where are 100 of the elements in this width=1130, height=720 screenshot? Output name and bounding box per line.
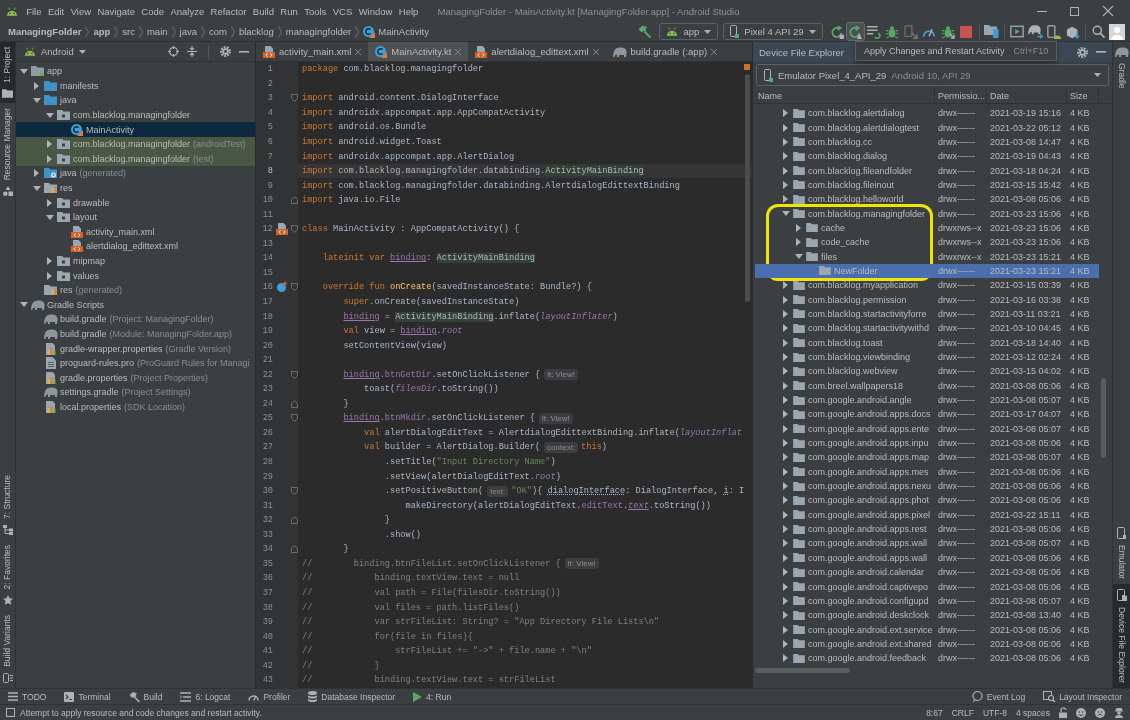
file-row[interactable]: com.google.android.apps.mes drwx------ 2021-03-08 05:06 4 KB	[755, 464, 1099, 479]
caret-right-icon[interactable]	[783, 396, 788, 405]
scrollbar-thumb[interactable]	[755, 668, 850, 673]
tool-window-tab[interactable]: Emulator	[1113, 521, 1130, 584]
fold-marker-icon[interactable]	[290, 399, 298, 408]
caret-right-icon[interactable]	[47, 140, 52, 149]
file-row[interactable]: com.blacklog.fileinout drwx------ 2021-03-15 15:42 4 KB	[755, 177, 1099, 193]
caret-position[interactable]: 8:67	[926, 707, 943, 718]
fold-marker-icon[interactable]	[290, 196, 298, 205]
file-row[interactable]: com.google.android.calendar drwx------ 2021-03-08 05:06 4 KB	[755, 565, 1099, 580]
menu-item[interactable]: Build	[249, 5, 278, 17]
file-row[interactable]: com.blacklog.permission drwx------ 2021-03-16 03:38 4 KB	[755, 292, 1099, 307]
collapse-icon[interactable]	[187, 46, 197, 57]
caret-right-icon[interactable]	[783, 639, 788, 648]
caret-right-icon[interactable]	[783, 353, 788, 361]
toolbar-button[interactable]	[982, 22, 1001, 41]
scrollbar-thumb[interactable]	[745, 74, 750, 302]
minimize-icon[interactable]	[239, 50, 249, 53]
caret-right-icon[interactable]	[47, 154, 52, 163]
tree-item[interactable]: layout	[16, 209, 255, 225]
close-icon[interactable]	[355, 48, 362, 55]
tree-item[interactable]: build.gradle (Module: ManagingFolder.app)	[16, 326, 255, 342]
tree-item[interactable]: local.properties (SDK Location)	[16, 399, 255, 415]
tool-window-button[interactable]: Terminal	[60, 689, 115, 704]
device-dropdown[interactable]: Emulator Pixel_4_API_29 Android 10, API 29	[756, 64, 1109, 86]
caret-right-icon[interactable]	[783, 109, 788, 118]
caret-right-icon[interactable]	[783, 123, 788, 132]
menu-item[interactable]: Run	[277, 5, 301, 17]
close-icon[interactable]	[711, 48, 718, 55]
file-row[interactable]: com.google.android.ext.service drwx------ 2021-03-08 05:06 4 KB	[755, 622, 1099, 637]
caret-right-icon[interactable]	[783, 525, 788, 534]
file-row[interactable]: com.google.android.apps.rest drwx------ 2021-03-08 05:06 4 KB	[755, 521, 1099, 537]
file-row[interactable]: com.google.android.apps.wall drwx------ 2021-03-08 05:06 4 KB	[755, 550, 1099, 565]
caret-right-icon[interactable]	[783, 367, 788, 376]
menu-item[interactable]: Edit	[44, 5, 68, 17]
caret-down-icon[interactable]	[19, 68, 28, 74]
caret-right-icon[interactable]	[783, 152, 788, 161]
caret-right-icon[interactable]	[783, 596, 788, 605]
tree-item[interactable]: values	[16, 268, 255, 283]
caret-right-icon[interactable]	[783, 582, 788, 591]
menu-item[interactable]: Code	[138, 5, 168, 17]
tree-item[interactable]: build.gradle (Project: ManagingFolder)	[16, 312, 255, 327]
minimize-icon[interactable]	[1036, 10, 1047, 12]
tree-item[interactable]: res (generated)	[16, 282, 255, 298]
tree-item[interactable]: settings.gradle (Project Settings)	[16, 385, 255, 400]
caret-down-icon[interactable]	[794, 254, 803, 260]
caret-right-icon[interactable]	[783, 654, 788, 663]
file-row[interactable]: com.blacklog.alertdialogtest drwx------ 2021-03-22 05:12 4 KB	[755, 120, 1099, 135]
tree-item[interactable]: java (generated)	[16, 166, 255, 181]
file-row[interactable]: com.blacklog.myapplication drwx------ 2021-03-15 03:39 4 KB	[755, 278, 1099, 293]
editor-tab[interactable]: MainActivity.kt	[368, 42, 469, 61]
fold-marker-icon[interactable]	[290, 545, 298, 554]
caret-right-icon[interactable]	[783, 381, 788, 390]
close-icon[interactable]	[592, 48, 599, 55]
caret-right-icon[interactable]	[783, 166, 788, 175]
menu-item[interactable]: Help	[395, 5, 422, 17]
view-dropdown[interactable]: Android	[22, 46, 86, 57]
scrollbar-thumb[interactable]	[1101, 378, 1106, 458]
gear-icon[interactable]	[220, 46, 231, 57]
menu-item[interactable]: Window	[355, 5, 396, 17]
tool-window-button[interactable]: Event Log	[967, 689, 1030, 704]
caret-right-icon[interactable]	[783, 410, 788, 419]
tree-item[interactable]: mipmap	[16, 253, 255, 269]
breadcrumb[interactable]: ManagingFolder	[8, 26, 82, 37]
fold-marker-icon[interactable]	[290, 225, 298, 234]
column-header[interactable]: Name	[755, 88, 935, 103]
tree-item[interactable]: alertdialog_edittext.xml	[16, 239, 255, 254]
file-row[interactable]: com.google.android.apps.pixel drwx------ 2021-03-22 15:11 4 KB	[755, 507, 1099, 522]
lock-icon[interactable]	[1059, 707, 1067, 718]
fold-marker-icon[interactable]	[290, 94, 298, 103]
column-header[interactable]: Permissio...	[935, 88, 987, 103]
file-encoding[interactable]: UTF-8	[982, 707, 1007, 718]
tool-window-tab[interactable]: 2: Favorites	[0, 539, 15, 611]
caret-down-icon[interactable]	[45, 112, 54, 118]
file-row[interactable]: com.blacklog.fileandfolder drwx------ 2021-03-18 04:24 4 KB	[755, 163, 1099, 178]
breadcrumb[interactable]: blacklog	[238, 26, 274, 37]
crosshair-icon[interactable]	[168, 46, 179, 57]
tree-item[interactable]: res	[16, 180, 255, 196]
device-dropdown[interactable]: Pixel 4 API 29	[723, 23, 823, 40]
tool-window-button[interactable]: TODO	[4, 689, 51, 704]
column-header[interactable]: Size	[1067, 88, 1099, 103]
menu-item[interactable]: View	[67, 5, 95, 17]
caret-right-icon[interactable]	[783, 137, 788, 146]
caret-down-icon[interactable]	[32, 98, 41, 103]
file-row[interactable]: com.google.android.apps.docs drwx------ 2021-03-17 04:07 4 KB	[755, 407, 1099, 422]
caret-right-icon[interactable]	[783, 568, 788, 577]
caret-right-icon[interactable]	[783, 180, 788, 189]
tree-item[interactable]: gradle.properties (Project Properties)	[16, 370, 255, 386]
caret-right-icon[interactable]	[783, 439, 788, 448]
caret-right-icon[interactable]	[47, 271, 52, 280]
editor-tab[interactable]: alertdialog_edittext.xml	[468, 42, 606, 61]
tool-window-tab[interactable]: Resource Manager	[0, 102, 15, 202]
caret-right-icon[interactable]	[783, 424, 788, 433]
close-icon[interactable]	[1102, 6, 1113, 16]
menu-item[interactable]: VCS	[329, 5, 356, 17]
caret-down-icon[interactable]	[781, 211, 790, 217]
menu-item[interactable]: Analyze	[167, 5, 208, 17]
file-row[interactable]: code_cache drwxrws--x 2021-03-23 15:06 4 KB	[755, 235, 1099, 250]
tree-item[interactable]: manifests	[16, 78, 255, 94]
hammer-icon[interactable]	[638, 25, 652, 38]
